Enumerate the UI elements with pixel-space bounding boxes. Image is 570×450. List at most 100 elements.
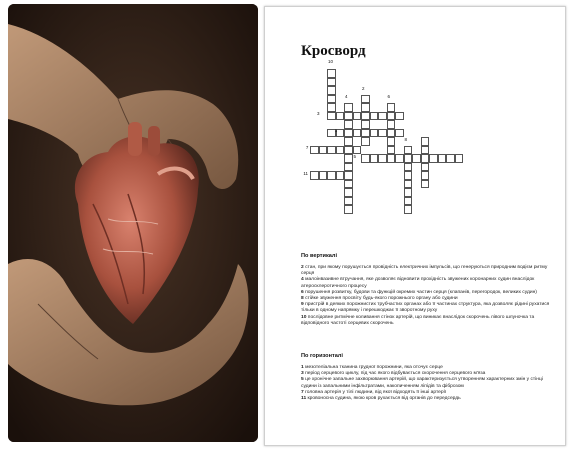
crossword-cell[interactable] — [318, 171, 327, 180]
crossword-cell[interactable] — [327, 77, 336, 86]
hands-holding-heart-image — [8, 4, 258, 442]
crossword-cell[interactable] — [395, 154, 404, 163]
clue-text: порушення розвитку, будови та функцій ок… — [303, 289, 537, 295]
crossword-cell[interactable] — [386, 103, 395, 112]
crossword-cell[interactable] — [386, 137, 395, 146]
clue-text: малоінвазивне втручання, яке дозволяє ві… — [301, 277, 535, 289]
crossword-cell[interactable] — [369, 111, 378, 120]
horizontal-heading: По горизонталі — [301, 353, 343, 359]
crossword-cell[interactable] — [327, 103, 336, 112]
crossword-cell[interactable] — [344, 137, 353, 146]
crossword-cell[interactable] — [352, 128, 361, 137]
crossword-cell[interactable] — [344, 196, 353, 205]
clue-text: послідовне ритмічне коливання стінок арт… — [301, 314, 535, 326]
crossword-cell[interactable] — [344, 128, 353, 137]
crossword-cell[interactable] — [386, 120, 395, 129]
vertical-clues: 2 стан, при якому порушується провідніст… — [301, 265, 551, 327]
crossword-cell[interactable] — [361, 94, 370, 103]
crossword-cell[interactable] — [344, 145, 353, 154]
crossword-cell[interactable] — [429, 154, 438, 163]
crossword-cell[interactable] — [344, 120, 353, 129]
crossword-cell[interactable] — [361, 103, 370, 112]
crossword-cell[interactable] — [403, 171, 412, 180]
crossword-cell[interactable] — [352, 145, 361, 154]
crossword-cell[interactable] — [361, 137, 370, 146]
crossword-cell[interactable] — [335, 171, 344, 180]
crossword-cell[interactable] — [420, 162, 429, 171]
crossword-cell[interactable] — [403, 179, 412, 188]
crossword-number: 5 — [353, 153, 357, 159]
clue-text: це хронічне запальне захворювання артері… — [301, 377, 543, 389]
crossword-cell[interactable] — [310, 171, 319, 180]
clue-item: 10 послідовне ритмічне коливання стінок … — [301, 315, 551, 327]
crossword-cell[interactable] — [446, 154, 455, 163]
clue-item: 4 малоінвазивне втручання, яке дозволяє … — [301, 277, 551, 289]
crossword-cell[interactable] — [344, 111, 353, 120]
crossword-cell[interactable] — [327, 86, 336, 95]
crossword-cell[interactable] — [352, 111, 361, 120]
clue-text: пристрій в деяких порожнистих трубчастих… — [301, 302, 550, 314]
crossword-cell[interactable] — [327, 145, 336, 154]
clue-item: 5 це хронічне запальне захворювання арте… — [301, 377, 551, 389]
crossword-cell[interactable] — [403, 205, 412, 214]
crossword-cell[interactable] — [386, 145, 395, 154]
crossword-number: 1 — [334, 128, 338, 133]
crossword-cell[interactable] — [378, 128, 387, 137]
crossword-cell[interactable] — [420, 179, 429, 188]
clue-text: головна артерія у тілі людини, від якої … — [303, 389, 447, 395]
crossword-cell[interactable] — [344, 162, 353, 171]
crossword-cell[interactable] — [369, 128, 378, 137]
crossword-number: 8 — [404, 136, 408, 142]
crossword-cell[interactable] — [327, 111, 336, 120]
crossword-cell[interactable] — [403, 162, 412, 171]
crossword-cell[interactable] — [420, 145, 429, 154]
clue-text: кровоносна судина, якою кров рухається в… — [306, 396, 461, 402]
crossword-cell[interactable] — [403, 154, 412, 163]
crossword-cell[interactable] — [344, 154, 353, 163]
crossword-cell[interactable] — [335, 145, 344, 154]
crossword-cell[interactable] — [420, 171, 429, 180]
crossword-cell[interactable] — [403, 196, 412, 205]
crossword-cell[interactable] — [344, 188, 353, 197]
crossword-number: 3 — [316, 111, 320, 116]
crossword-cell[interactable] — [378, 154, 387, 163]
horizontal-clues: 1 мезотеліальна тканина грудної порожнин… — [301, 365, 551, 402]
crossword-cell[interactable] — [344, 103, 353, 112]
clue-item: 11 кровоносна судина, якою кров рухаєтьс… — [301, 396, 551, 402]
crossword-cell[interactable] — [420, 154, 429, 163]
crossword-cell[interactable] — [403, 145, 412, 154]
crossword-cell[interactable] — [386, 128, 395, 137]
crossword-cell[interactable] — [327, 69, 336, 78]
vertical-heading: По вертикалі — [301, 253, 338, 259]
crossword-cell[interactable] — [437, 154, 446, 163]
crossword-cell[interactable] — [454, 154, 463, 163]
crossword-cell[interactable] — [378, 111, 387, 120]
crossword-cell[interactable] — [327, 171, 336, 180]
crossword-number: 6 — [387, 94, 391, 99]
crossword-cell[interactable] — [403, 188, 412, 197]
crossword-cell[interactable] — [395, 128, 404, 137]
crossword-cell[interactable] — [361, 154, 370, 163]
crossword-cell[interactable] — [395, 111, 404, 120]
crossword-cell[interactable] — [420, 137, 429, 146]
crossword-number: 2 — [362, 85, 365, 91]
crossword-cell[interactable] — [386, 111, 395, 120]
crossword-cell[interactable] — [386, 154, 395, 163]
hands-holding-heart-icon — [8, 4, 258, 442]
crossword-number: 11 — [303, 170, 309, 176]
crossword-cell[interactable] — [318, 145, 327, 154]
crossword-cell[interactable] — [369, 154, 378, 163]
clue-item: 2 стан, при якому порушується провідніст… — [301, 265, 551, 277]
crossword-cell[interactable] — [361, 111, 370, 120]
crossword-cell[interactable] — [361, 120, 370, 129]
crossword-cell[interactable] — [344, 205, 353, 214]
crossword-cell[interactable] — [327, 94, 336, 103]
crossword-cell[interactable] — [361, 128, 370, 137]
crossword-cell[interactable] — [412, 154, 421, 163]
crossword-cell[interactable] — [344, 171, 353, 180]
crossword-cell[interactable] — [310, 145, 319, 154]
crossword-cell[interactable] — [344, 179, 353, 188]
clue-text: стан, при якому порушується провідність … — [301, 265, 548, 277]
crossword-cell[interactable] — [335, 111, 344, 120]
clue-text: період серцевого циклу, під час якого ві… — [303, 371, 486, 377]
